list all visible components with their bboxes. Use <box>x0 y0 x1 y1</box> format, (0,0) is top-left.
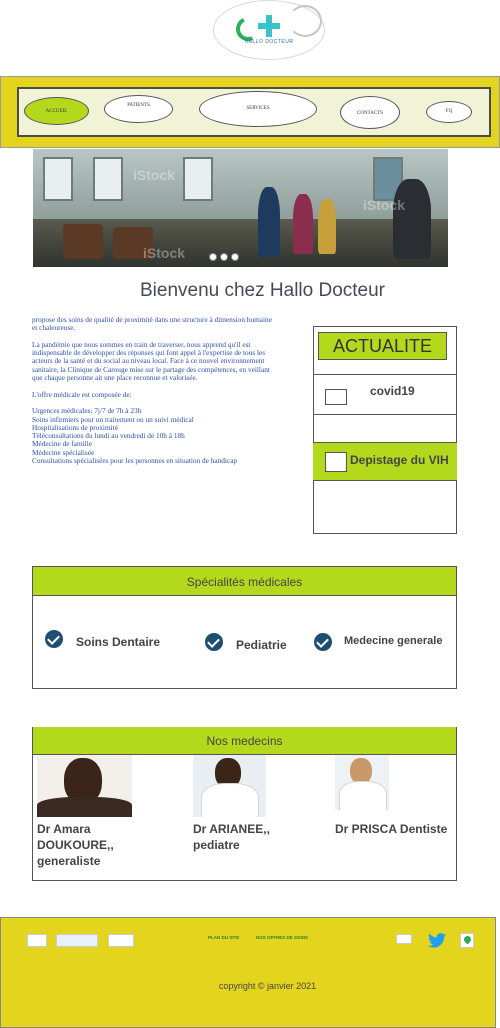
doctor-photo[interactable] <box>193 755 266 817</box>
hero-image-person <box>393 179 431 259</box>
hero-image-person <box>293 194 313 254</box>
hero-watermark: iStock <box>133 167 176 183</box>
actualite-checkbox[interactable] <box>325 452 347 472</box>
hero-image-window <box>43 157 73 201</box>
actualite-checkbox[interactable] <box>325 389 347 405</box>
doctor-name[interactable]: Dr PRISCA Dentiste <box>335 821 447 837</box>
medical-cross-icon <box>258 15 280 37</box>
specialites-title: Spécialités médicales <box>33 567 456 596</box>
actualite-spacer-row <box>313 414 457 442</box>
footer-link-plan-du-site[interactable]: PLAN DU SITE <box>208 935 239 940</box>
nav-item-services[interactable]: SERVICES <box>199 91 317 127</box>
nav-item-label: SERVICES <box>246 106 270 111</box>
doctor-name-line: Dr ARIANEE,, <box>193 822 270 836</box>
actualite-divider <box>313 480 457 481</box>
hero-image-window <box>93 157 123 201</box>
check-icon <box>45 630 63 648</box>
facebook-icon[interactable] <box>396 934 412 944</box>
doctor-name[interactable]: Dr Amara DOUKOURE,, generaliste <box>37 821 114 869</box>
hero-image-chair <box>63 224 103 259</box>
offer-heading: L'offre médicale est composée de: <box>32 389 132 399</box>
nav-item-contacts[interactable]: CONTACTS <box>340 96 400 129</box>
twitter-icon[interactable] <box>428 933 446 948</box>
specialite-medecine-generale[interactable]: Medecine generale <box>344 635 442 647</box>
partner-logo[interactable] <box>56 934 98 947</box>
doctor-coat <box>201 783 259 817</box>
doctor-name-line: pediatre <box>193 838 240 852</box>
carousel-dot[interactable] <box>209 253 217 261</box>
map-pin-shape <box>462 934 473 945</box>
specialite-soins-dentaire[interactable]: Soins Dentaire <box>76 635 160 649</box>
footer-link-offres-de-soins[interactable]: NOS OFFRES DE SOINS <box>256 935 308 940</box>
doctor-name[interactable]: Dr ARIANEE,, pediatre <box>193 821 270 853</box>
hero-image-person <box>318 199 336 254</box>
doctor-shirt <box>37 797 132 817</box>
actualite-item-covid19[interactable]: covid19 <box>313 374 457 414</box>
nav-item-label: CONTACTS <box>357 111 383 116</box>
doctor-name-line: Dr Amara <box>37 822 91 836</box>
logo-text: HALLO DOCTEUR <box>244 39 294 45</box>
actualite-item-label: Depistage du VIH <box>350 453 449 467</box>
nav-item-label: FQ <box>445 109 453 114</box>
nav-item-accueil[interactable]: ACCUEIL <box>24 97 89 125</box>
page-title: Bienvenu chez Hallo Docteur <box>139 280 386 301</box>
nav-item-patients[interactable]: PATIENTS <box>104 95 173 123</box>
intro-text: propose des soins de qualité de proximit… <box>32 315 277 466</box>
copyright-text: copyright © janvier 2021 <box>218 981 317 991</box>
doctor-name-line: DOUKOURE,, <box>37 838 114 852</box>
medecins-title: Nos medecins <box>33 727 456 755</box>
doctor-coat <box>339 781 387 810</box>
stethoscope-icon <box>288 5 322 37</box>
check-icon <box>205 633 223 651</box>
intro-paragraph: propose des soins de qualité de proximit… <box>32 315 272 333</box>
actualite-item-depistage[interactable]: Depistage du VIH <box>313 442 457 480</box>
offer-item: Consultations spécialisées pour les pers… <box>32 456 238 466</box>
hero-image-person <box>258 187 280 257</box>
hero-watermark: iStock <box>143 245 186 261</box>
actualite-item-label: covid19 <box>370 384 415 398</box>
hero-watermark: iStock <box>363 197 406 213</box>
doctor-name-line: Dr PRISCA Dentiste <box>335 822 448 836</box>
doctor-name-line: generaliste <box>37 854 101 868</box>
maps-icon[interactable] <box>460 933 474 948</box>
hero-image-window <box>183 157 213 201</box>
nav-item-label: PATIENTS <box>127 103 150 108</box>
nav-item-fq[interactable]: FQ <box>426 101 472 123</box>
intro-paragraph: La pandémie que nous sommes en train de … <box>32 339 270 383</box>
msf-logo[interactable] <box>108 934 134 947</box>
nav-item-label: ACCUEIL <box>45 109 68 114</box>
specialite-pediatrie[interactable]: Pediatrie <box>236 638 287 652</box>
actualite-title: ACTUALITE <box>318 332 447 360</box>
carousel-dot[interactable] <box>220 253 228 261</box>
doctor-photo[interactable] <box>335 755 389 810</box>
hero-carousel[interactable]: iStock iStock iStock <box>33 149 448 267</box>
doctor-photo[interactable] <box>37 755 132 817</box>
who-logo[interactable] <box>27 934 47 947</box>
carousel-dot[interactable] <box>231 253 239 261</box>
check-icon <box>314 633 332 651</box>
site-logo[interactable]: HALLO DOCTEUR <box>213 0 325 60</box>
